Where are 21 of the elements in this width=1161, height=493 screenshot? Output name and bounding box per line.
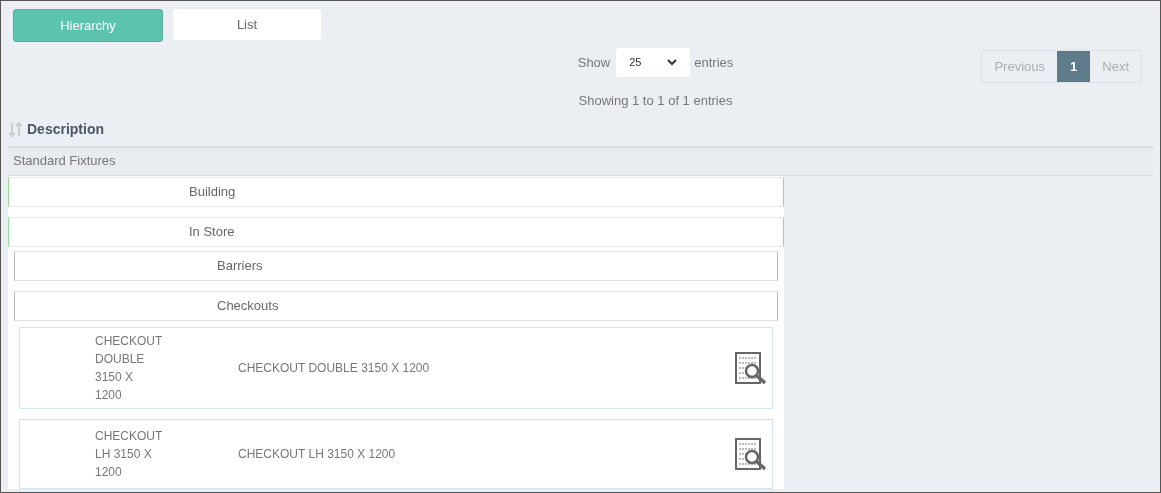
- document-search-icon[interactable]: [734, 350, 768, 385]
- fixture-description: CHECKOUT DOUBLE 3150 X 1200: [238, 359, 431, 377]
- fixture-description: CHECKOUT LH 3150 X 1200: [238, 445, 397, 463]
- view-tab[interactable]: List: [173, 9, 321, 40]
- column-header[interactable]: Description: [27, 118, 104, 140]
- chevron-down-icon: [667, 59, 678, 66]
- group-row: Standard Fixtures: [8, 145, 1153, 176]
- entries-info: Showing 1 to 1 of 1 entries: [578, 92, 733, 110]
- tree-row[interactable]: In Store: [8, 216, 784, 247]
- entries-select[interactable]: 25: [616, 48, 691, 77]
- pagination-button[interactable]: 1: [1057, 51, 1091, 82]
- entries-label: entries: [694, 53, 734, 72]
- fixture-code: CHECKOUT DOUBLE 3150 X 1200: [95, 332, 163, 404]
- fixture-row[interactable]: CHECKOUT LH 3150 X 1200 CHECKOUT LH 3150 X 1200: [19, 418, 773, 489]
- tree-row[interactable]: Barriers: [14, 250, 778, 281]
- tree-row[interactable]: Building: [8, 176, 784, 207]
- document-search-icon[interactable]: [734, 436, 768, 471]
- show-label: Show: [577, 53, 611, 72]
- fixture-row[interactable]: CHECKOUT DOUBLE 3150 X 1200 CHECKOUT DOUBLE 3150 X 1200: [19, 326, 773, 409]
- tree-row[interactable]: Checkouts: [14, 290, 778, 321]
- fixture-code: CHECKOUT LH 3150 X 1200: [95, 427, 163, 481]
